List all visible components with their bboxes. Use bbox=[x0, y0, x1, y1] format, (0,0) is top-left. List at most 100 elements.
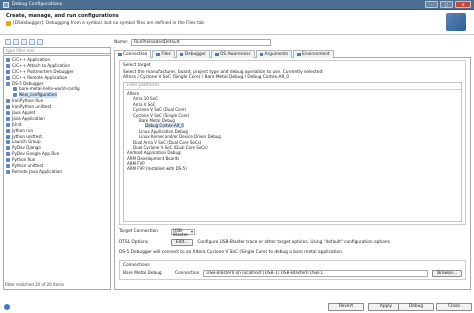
tab-label: Connection bbox=[123, 52, 148, 57]
dtsl-options-label: DTSL Options bbox=[119, 240, 148, 245]
config-type-icon bbox=[6, 105, 10, 110]
target-tree-label: Bare Metal Debug bbox=[139, 117, 175, 123]
dtsl-options-row: DTSL Options Edit... Configure USB-Blast… bbox=[119, 238, 466, 247]
target-connection-label: Target Connection bbox=[119, 229, 158, 234]
filter-icon[interactable] bbox=[37, 39, 43, 45]
delete-icon[interactable] bbox=[21, 39, 27, 45]
config-type-icon bbox=[6, 63, 10, 68]
close-button[interactable]: Close bbox=[436, 303, 472, 311]
duplicate-icon[interactable] bbox=[13, 39, 19, 45]
filter-status: Filter matched 20 of 20 items bbox=[5, 282, 65, 287]
tab-icon bbox=[156, 52, 160, 57]
config-tree: C/C++ Application C/C++ Attach to Applica… bbox=[3, 55, 111, 290]
target-tree-label: Altera bbox=[127, 91, 139, 96]
current-target-path: Altera / Cyclone V SoC (Single Core) / B… bbox=[123, 75, 290, 80]
connection-field[interactable]: USB-BlasterII on localhost [USB-1] USB-B… bbox=[203, 270, 429, 277]
config-type-icon bbox=[13, 93, 17, 98]
config-type-icon bbox=[6, 57, 10, 62]
tab-label: Environment bbox=[302, 52, 330, 57]
select-target-title: Select target bbox=[123, 63, 151, 68]
connection-label: Connection bbox=[175, 271, 200, 276]
config-type-icon bbox=[6, 140, 10, 145]
new-config-icon[interactable] bbox=[5, 39, 11, 45]
revert-button[interactable]: Revert bbox=[328, 303, 364, 311]
config-type-icon bbox=[6, 128, 10, 133]
tab-os-awareness[interactable]: OS Awareness bbox=[211, 50, 255, 58]
configuration-editor: Name: RunPreloadedDefault Connection File… bbox=[114, 38, 471, 301]
config-type-icon bbox=[6, 146, 10, 151]
target-tree-box: Filter platforms Altera Arria 10 SoC Arria… bbox=[123, 82, 462, 222]
target-connection-select[interactable]: USB-Blaster bbox=[171, 228, 195, 237]
name-input[interactable]: RunPreloadedDefault bbox=[131, 38, 272, 46]
tab-debugger[interactable]: Debugger bbox=[175, 50, 211, 58]
collapse-all-icon[interactable] bbox=[29, 39, 35, 45]
target-tree-label: Linux Application Debug bbox=[139, 128, 188, 134]
name-label: Name: bbox=[114, 39, 129, 45]
config-filter-input[interactable]: type filter text bbox=[3, 47, 111, 54]
dtsl-edit-button[interactable]: Edit... bbox=[171, 239, 194, 246]
config-type-icon bbox=[6, 134, 10, 139]
config-type-icon bbox=[6, 110, 10, 115]
close-window-button[interactable]: ✕ bbox=[455, 1, 471, 8]
target-tree-label: Cyclone V SoC (Single Core) bbox=[133, 112, 190, 118]
target-tree-label: Arria V SoC bbox=[133, 101, 156, 107]
config-tree-label: Remote Java Application bbox=[12, 168, 62, 174]
select-target-group: Select target Select the manufacturer, b… bbox=[119, 60, 466, 225]
tab-icon bbox=[179, 52, 184, 57]
config-type-icon bbox=[6, 69, 10, 74]
bare-metal-debug-label: Bare Metal Debug bbox=[123, 271, 162, 276]
target-tree-label: ARM FVP (Installed with DS-5) bbox=[127, 166, 187, 172]
config-type-icon bbox=[6, 81, 10, 86]
header-message-text: [DSdebugger]: Debugging from a symbol, b… bbox=[13, 21, 205, 26]
target-tree-label: Cyclone V SoC (Dual Core) bbox=[133, 107, 187, 113]
maximize-button[interactable]: ▢ bbox=[440, 1, 453, 8]
connection-panel: Select target Select the manufacturer, b… bbox=[114, 58, 471, 290]
target-tree-label: Linux Kernel and/or Device Driver Debug bbox=[139, 134, 221, 140]
tab-arguments[interactable]: Arguments bbox=[255, 50, 293, 58]
config-type-icon bbox=[6, 163, 10, 168]
tab-icon bbox=[118, 52, 122, 57]
tab-label: OS Awareness bbox=[220, 52, 251, 57]
config-type-icon bbox=[13, 87, 17, 92]
target-tree-label: ARM FVP bbox=[127, 161, 145, 167]
browse-button[interactable]: Browse... bbox=[432, 270, 462, 277]
platform-filter-input[interactable]: Filter platforms bbox=[124, 83, 461, 90]
config-type-icon bbox=[6, 122, 10, 127]
config-type-icon bbox=[6, 116, 10, 121]
config-type-icon bbox=[6, 158, 10, 163]
header-message: [DSdebugger]: Debugging from a symbol, b… bbox=[6, 21, 204, 26]
debug-banner-icon bbox=[446, 13, 466, 31]
target-tree-label: Android Application Debug bbox=[127, 150, 181, 156]
title-bar: Debug Configurations – ▢ ✕ bbox=[0, 0, 474, 10]
tab-icon bbox=[215, 52, 219, 57]
target-tree-label: Debug Cortex-A9_0 bbox=[145, 123, 184, 129]
target-tree-item[interactable]: ARM FVP (Installed with DS-5) bbox=[124, 166, 461, 171]
config-type-icon bbox=[6, 99, 10, 104]
tab-icon bbox=[297, 52, 301, 57]
config-tabs: Connection Files Debugger OS Awareness Argum… bbox=[114, 50, 471, 58]
tab-environment[interactable]: Environment bbox=[293, 50, 334, 58]
target-tree-label: Arria 10 SoC bbox=[133, 96, 158, 102]
configuration-list-pane: type filter text C/C++ Application C/C++ … bbox=[3, 38, 111, 301]
target-tree-label: Dual Arria V SoC (Dual Core SoCs) bbox=[133, 139, 202, 145]
dialog-header: Create, manage, and run configurations [… bbox=[0, 10, 474, 35]
ds5-note: DS-5 Debugger will connect to an Altera … bbox=[119, 250, 344, 255]
config-type-icon bbox=[6, 75, 10, 80]
connections-group: Connections Bare Metal Debug Connection … bbox=[119, 260, 466, 280]
help-icon[interactable] bbox=[4, 304, 10, 310]
minimize-button[interactable]: – bbox=[425, 1, 438, 8]
tab-label: Arguments bbox=[264, 52, 289, 57]
target-connection-row: Target Connection USB-Blaster bbox=[119, 227, 466, 237]
tab-label: Debugger bbox=[184, 52, 207, 57]
dialog-footer: Revert Apply Debug Close bbox=[0, 303, 474, 313]
target-tree: Altera Arria 10 SoC Arria V SoC Cyclone V S… bbox=[124, 90, 461, 172]
dtsl-description: Configure USB-Blaster trace or other tar… bbox=[197, 240, 390, 245]
config-tree-item[interactable]: Remote Java Application bbox=[4, 169, 110, 175]
connections-title: Connections bbox=[123, 263, 150, 268]
tab-connection[interactable]: Connection bbox=[114, 50, 152, 58]
debug-app-icon bbox=[3, 1, 9, 8]
tab-label: Files bbox=[161, 52, 171, 57]
warning-icon bbox=[6, 21, 11, 26]
tab-files[interactable]: Files bbox=[152, 50, 175, 58]
debug-button[interactable]: Debug bbox=[398, 303, 434, 311]
